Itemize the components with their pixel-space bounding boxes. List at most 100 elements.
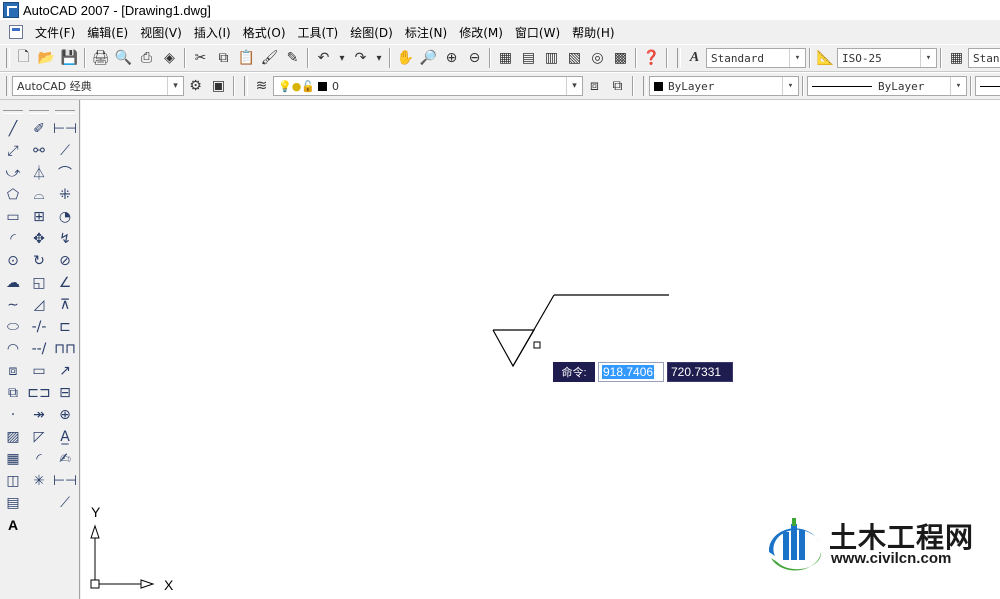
toolbar-grip[interactable]	[677, 48, 681, 68]
tool-palettes-icon[interactable]: ▥	[540, 47, 563, 69]
text-style-select[interactable]: Standard ▾	[706, 48, 806, 68]
chamfer-icon[interactable]: ◸	[27, 426, 51, 448]
zoom-previous-icon[interactable]: ⊖	[463, 47, 486, 69]
table-style-icon[interactable]: ▦	[945, 47, 968, 69]
dimension-text-edit-icon[interactable]: ✍	[53, 448, 77, 470]
menu-help[interactable]: 帮助(H)	[566, 24, 620, 41]
extend-icon[interactable]: --/	[27, 338, 51, 360]
circle-icon[interactable]: ⊙	[1, 250, 25, 272]
fillet-icon[interactable]: ◜	[27, 448, 51, 470]
zoom-realtime-icon[interactable]: 🔎	[417, 47, 440, 69]
document-icon[interactable]	[9, 25, 23, 39]
color-select[interactable]: ByLayer ▾	[649, 76, 799, 96]
explode-icon[interactable]: ✳	[27, 470, 51, 492]
toolbar-grip[interactable]	[6, 48, 10, 68]
copy-icon[interactable]: ⧉	[212, 47, 235, 69]
dynamic-input-x-field[interactable]: 918.7406	[598, 362, 664, 382]
jogged-dimension-icon[interactable]: ↯	[53, 228, 77, 250]
print-icon[interactable]: 🖨	[89, 47, 112, 69]
redo-dropdown-icon[interactable]: ▾	[372, 47, 386, 69]
trim-icon[interactable]: -/-	[27, 316, 51, 338]
menu-view[interactable]: 视图(V)	[134, 24, 188, 41]
ellipse-icon[interactable]: ⬭	[1, 316, 25, 338]
rectangle-icon[interactable]: ▭	[1, 206, 25, 228]
scale-icon[interactable]: ◱	[27, 272, 51, 294]
baseline-dimension-icon[interactable]: ⊏	[53, 316, 77, 338]
help-icon[interactable]: ❓	[640, 47, 663, 69]
cut-icon[interactable]: ✂	[189, 47, 212, 69]
array-icon[interactable]: ⊞	[27, 206, 51, 228]
diameter-dimension-icon[interactable]: ⊘	[53, 250, 77, 272]
properties-icon[interactable]: ▦	[494, 47, 517, 69]
menu-draw[interactable]: 绘图(D)	[344, 24, 399, 41]
dimension-update-icon[interactable]: ⊢⊣	[53, 470, 77, 492]
rotate-icon[interactable]: ↻	[27, 250, 51, 272]
break-at-point-icon[interactable]: ▭	[27, 360, 51, 382]
construction-line-icon[interactable]: ⤢	[1, 140, 25, 162]
stretch-icon[interactable]: ◿	[27, 294, 51, 316]
toolbar-grip[interactable]	[643, 76, 647, 96]
3d-dwf-icon[interactable]: ◈	[158, 47, 181, 69]
radius-dimension-icon[interactable]: ◔	[53, 206, 77, 228]
lineweight-select[interactable]	[975, 76, 1000, 96]
make-object-layer-current-icon[interactable]: ⧈	[583, 75, 606, 97]
paste-icon[interactable]: 📋	[235, 47, 258, 69]
mirror-icon[interactable]: ⏃	[27, 162, 51, 184]
menu-format[interactable]: 格式(O)	[237, 24, 292, 41]
angular-dimension-icon[interactable]: ∠	[53, 272, 77, 294]
save-icon[interactable]: 💾	[58, 47, 81, 69]
dimension-style-select[interactable]: ISO-25 ▾	[837, 48, 937, 68]
undo-icon[interactable]: ↶	[312, 47, 335, 69]
gradient-icon[interactable]: ▦	[1, 448, 25, 470]
menu-dimension[interactable]: 标注(N)	[399, 24, 453, 41]
linetype-select[interactable]: ByLayer ▾	[807, 76, 967, 96]
region-icon[interactable]: ◫	[1, 470, 25, 492]
layer-select[interactable]: 💡 ● 🔓 0 ▾	[273, 76, 583, 96]
markup-icon[interactable]: ◎	[586, 47, 609, 69]
autocad-app-icon[interactable]	[3, 2, 19, 18]
layer-manager-icon[interactable]: ≋	[250, 75, 273, 97]
text-style-icon[interactable]: A	[683, 47, 706, 69]
polyline-icon[interactable]: ⤻	[1, 162, 25, 184]
pan-icon[interactable]: ✋	[394, 47, 417, 69]
save-workspace-icon[interactable]: ▣	[207, 75, 230, 97]
ordinate-dimension-icon[interactable]: ⁜	[53, 184, 77, 206]
open-file-icon[interactable]: 📂	[35, 47, 58, 69]
dimension-edit-icon[interactable]: A̲	[53, 426, 77, 448]
menu-insert[interactable]: 插入(I)	[188, 24, 237, 41]
multiline-text-icon[interactable]: A	[1, 514, 25, 536]
hatch-icon[interactable]: ▨	[1, 426, 25, 448]
workspace-select[interactable]: AutoCAD 经典 ▾	[12, 76, 184, 96]
polygon-icon[interactable]: ⬠	[1, 184, 25, 206]
match-properties-icon[interactable]: 🖌	[258, 47, 281, 69]
publish-icon[interactable]: ⎙	[135, 47, 158, 69]
quick-dimension-icon[interactable]: ⊼	[53, 294, 77, 316]
linear-dimension-icon[interactable]: ⊢⊣	[53, 118, 77, 140]
zoom-window-icon[interactable]: ⊕	[440, 47, 463, 69]
layer-previous-icon[interactable]: ⧉	[606, 75, 629, 97]
point-icon[interactable]: ·	[1, 404, 25, 426]
continue-dimension-icon[interactable]: ⊓⊓	[53, 338, 77, 360]
sheet-set-icon[interactable]: ▧	[563, 47, 586, 69]
workspace-settings-icon[interactable]: ⚙	[184, 75, 207, 97]
dimension-style-icon[interactable]: 📐	[814, 47, 837, 69]
menu-tools[interactable]: 工具(T)	[292, 24, 345, 41]
new-file-icon[interactable]: 🗋	[12, 47, 35, 69]
toolbar-grip[interactable]	[6, 76, 10, 96]
toolbar-grip[interactable]	[244, 76, 248, 96]
arc-icon[interactable]: ◜	[1, 228, 25, 250]
insert-block-icon[interactable]: ⧈	[1, 360, 25, 382]
offset-icon[interactable]: ⌓	[27, 184, 51, 206]
center-mark-icon[interactable]: ⊕	[53, 404, 77, 426]
menu-window[interactable]: 窗口(W)	[509, 24, 566, 41]
print-preview-icon[interactable]: 🔍	[112, 47, 135, 69]
dimension-style-icon[interactable]: ⟋	[53, 492, 77, 514]
block-editor-icon[interactable]: ✎	[281, 47, 304, 69]
menu-file[interactable]: 文件(F)	[29, 24, 81, 41]
design-center-icon[interactable]: ▤	[517, 47, 540, 69]
menu-edit[interactable]: 编辑(E)	[81, 24, 134, 41]
undo-dropdown-icon[interactable]: ▾	[335, 47, 349, 69]
quick-leader-icon[interactable]: ↗	[53, 360, 77, 382]
copy-object-icon[interactable]: ⚯	[27, 140, 51, 162]
calculator-icon[interactable]: ▩	[609, 47, 632, 69]
